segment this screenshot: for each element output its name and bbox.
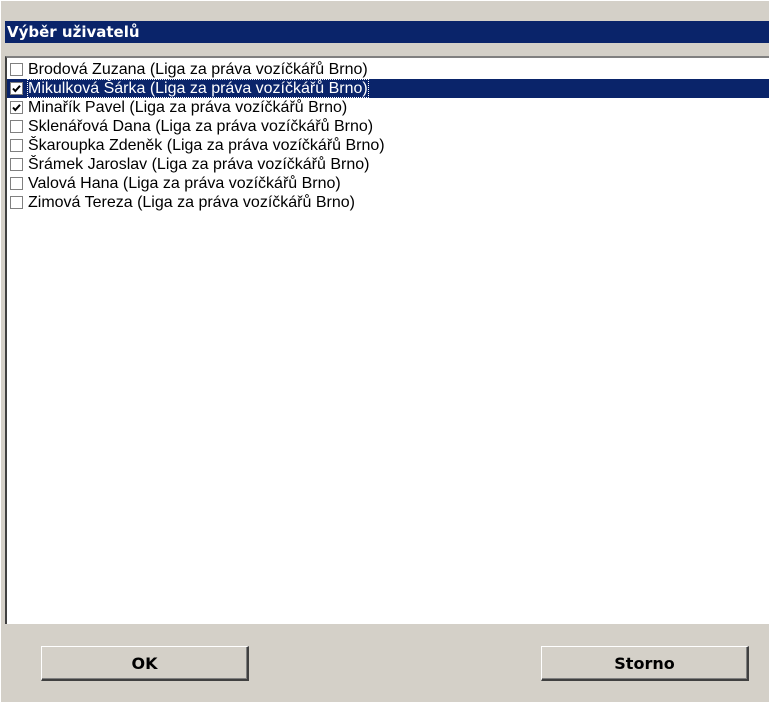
list-item[interactable]: Sklenářová Dana (Liga za práva vozíčkářů… bbox=[7, 117, 769, 136]
checkbox[interactable] bbox=[10, 82, 23, 95]
list-item[interactable]: Valová Hana (Liga za práva vozíčkářů Brn… bbox=[7, 174, 769, 193]
cancel-button[interactable]: Storno bbox=[541, 646, 749, 681]
list-item[interactable]: Mikulková Šárka (Liga za práva vozíčkářů… bbox=[7, 79, 769, 98]
list-item[interactable]: Brodová Zuzana (Liga za práva vozíčkářů … bbox=[7, 60, 769, 79]
checkbox[interactable] bbox=[10, 120, 23, 133]
dialog-title: Výběr uživatelů bbox=[5, 21, 769, 43]
check-mark-icon bbox=[12, 104, 21, 112]
checkbox[interactable] bbox=[10, 101, 23, 114]
ok-button[interactable]: OK bbox=[41, 646, 249, 681]
list-item[interactable]: Šrámek Jaroslav (Liga za práva vozíčkářů… bbox=[7, 155, 769, 174]
list-item-label: Sklenářová Dana (Liga za práva vozíčkářů… bbox=[28, 118, 374, 135]
list-item-label: Škaroupka Zdeněk (Liga za práva vozíčkář… bbox=[28, 137, 385, 154]
list-item-label: Minařík Pavel (Liga za práva vozíčkářů B… bbox=[28, 99, 348, 116]
list-item-label: Valová Hana (Liga za práva vozíčkářů Brn… bbox=[28, 175, 341, 192]
checkbox[interactable] bbox=[10, 196, 23, 209]
list-item-label: Šrámek Jaroslav (Liga za práva vozíčkářů… bbox=[28, 156, 370, 173]
user-selection-dialog: Výběr uživatelů Brodová Zuzana (Liga za … bbox=[0, 0, 769, 702]
list-item[interactable]: Škaroupka Zdeněk (Liga za práva vozíčkář… bbox=[7, 136, 769, 155]
list-item[interactable]: Minařík Pavel (Liga za práva vozíčkářů B… bbox=[7, 98, 769, 117]
checkbox[interactable] bbox=[10, 177, 23, 190]
user-checklist[interactable]: Brodová Zuzana (Liga za práva vozíčkářů … bbox=[5, 56, 769, 624]
checkbox[interactable] bbox=[10, 158, 23, 171]
list-item[interactable]: Zimová Tereza (Liga za práva vozíčkářů B… bbox=[7, 193, 769, 212]
list-item-label: Brodová Zuzana (Liga za práva vozíčkářů … bbox=[28, 61, 368, 78]
check-mark-icon bbox=[12, 85, 21, 93]
list-item-label: Mikulková Šárka (Liga za práva vozíčkářů… bbox=[27, 79, 369, 98]
checkbox[interactable] bbox=[10, 139, 23, 152]
list-item-label: Zimová Tereza (Liga za práva vozíčkářů B… bbox=[28, 194, 355, 211]
checkbox[interactable] bbox=[10, 63, 23, 76]
